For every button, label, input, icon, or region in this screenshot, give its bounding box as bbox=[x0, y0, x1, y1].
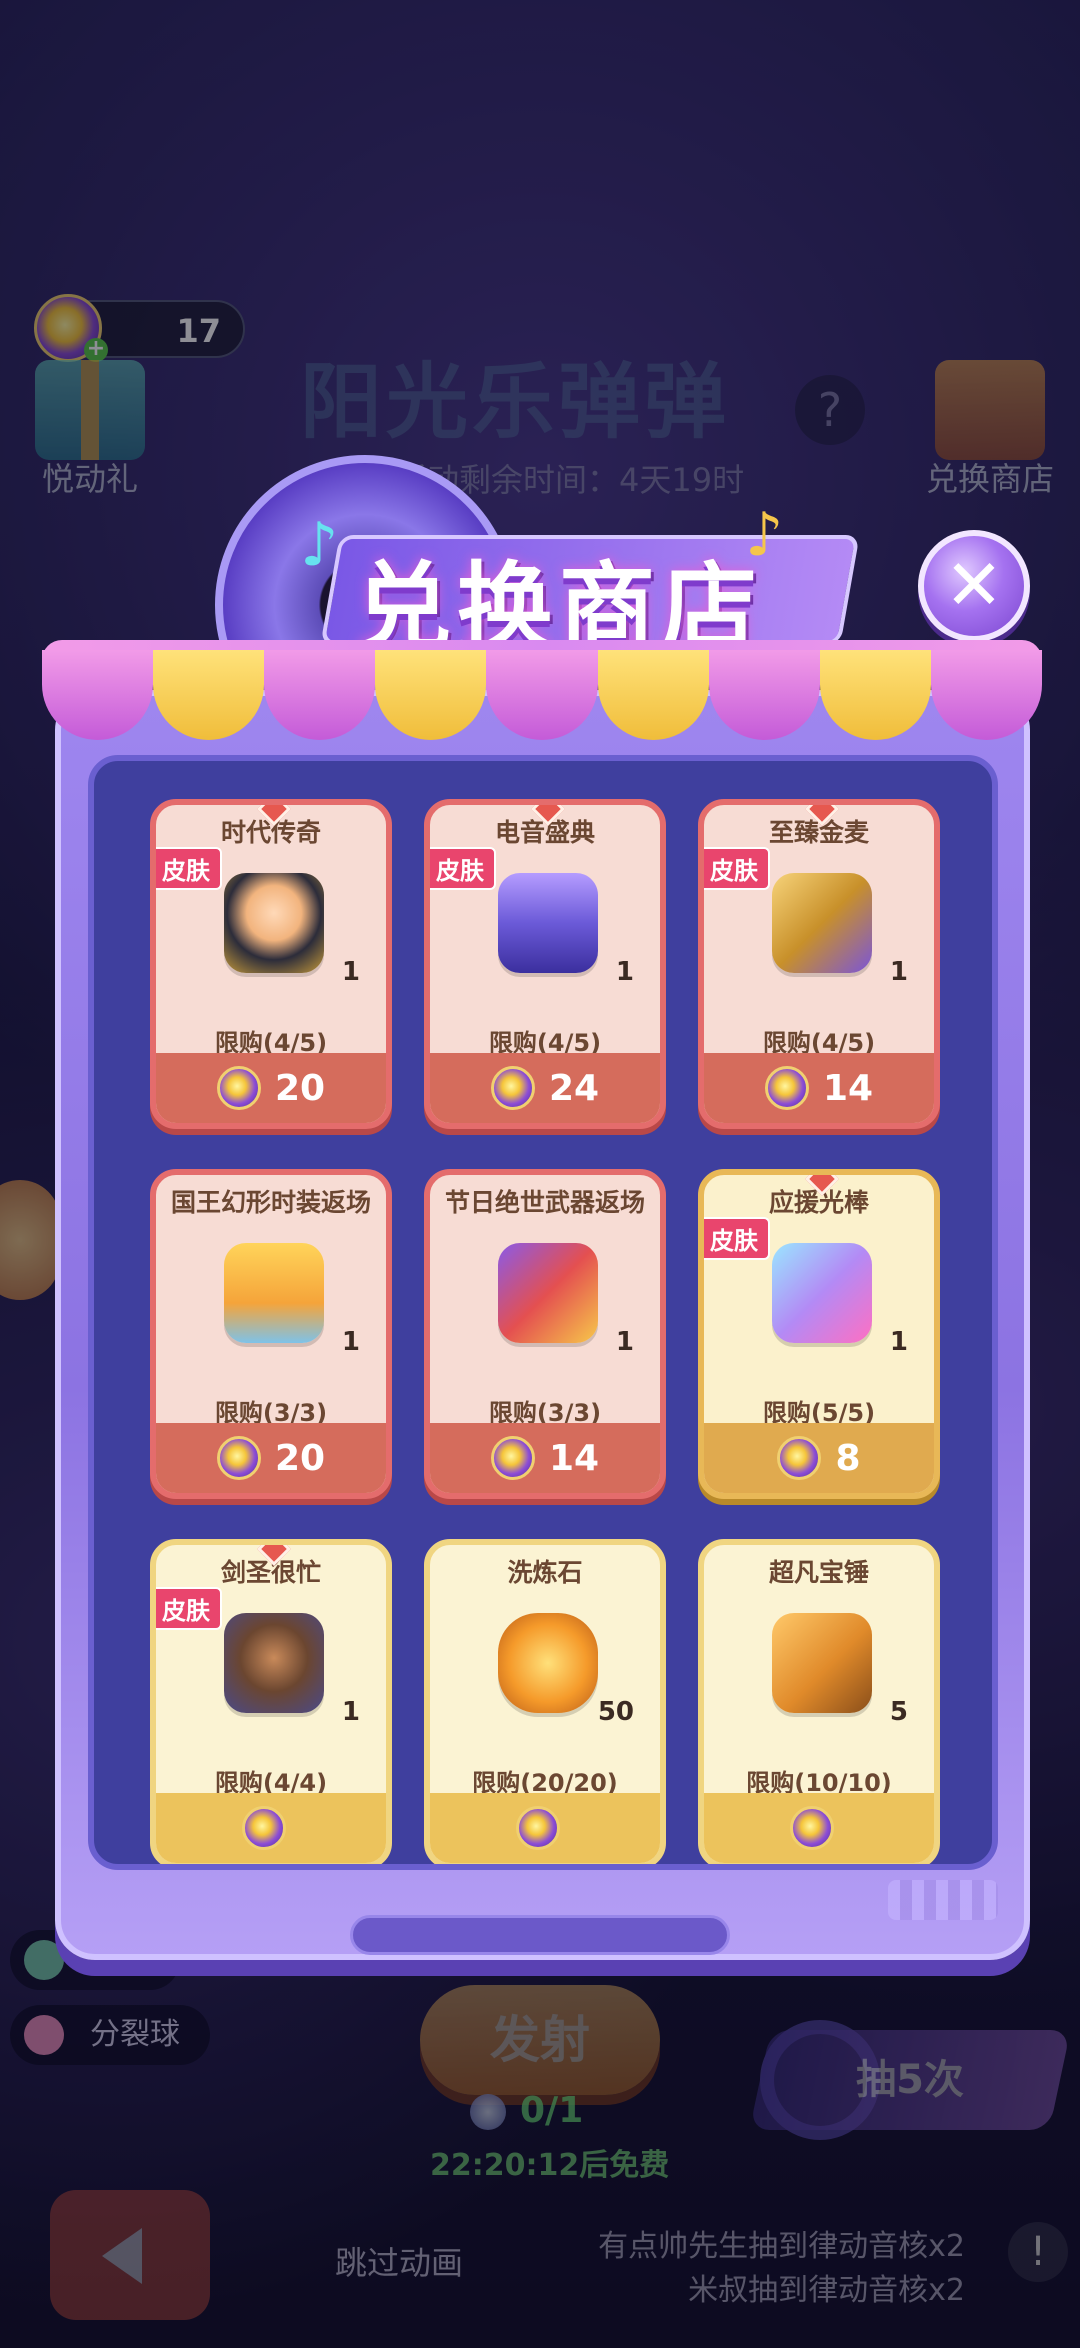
item-name: 节日绝世武器返场 bbox=[444, 1188, 645, 1217]
music-coin-icon bbox=[516, 1806, 560, 1850]
checker-decoration bbox=[888, 1880, 998, 1920]
music-coin-icon bbox=[216, 1066, 261, 1110]
skin-tag: 皮肤 bbox=[704, 847, 770, 890]
buy-button[interactable]: 14 bbox=[430, 1423, 660, 1493]
item-icon bbox=[488, 1603, 608, 1723]
shop-item-card[interactable]: 节日绝世武器返场 1 限购(3/3) 14 bbox=[424, 1169, 666, 1499]
item-icon bbox=[214, 1603, 334, 1723]
price-amount: 14 bbox=[822, 1067, 874, 1109]
price-amount: 20 bbox=[274, 1067, 326, 1109]
item-quantity: 50 bbox=[597, 1697, 634, 1727]
item-shelf[interactable]: 时代传奇 皮肤 1 限购(4/5) 20 电音盛典 皮肤 1 限购(4/5) 24 至臻金麦 皮肤 1 限… bbox=[88, 755, 998, 1870]
item-quantity: 1 bbox=[341, 957, 360, 987]
cabinet-dock bbox=[350, 1915, 730, 1955]
buy-button[interactable] bbox=[704, 1793, 934, 1863]
music-coin-icon bbox=[777, 1436, 822, 1480]
music-coin-icon bbox=[490, 1066, 535, 1110]
price-amount: 8 bbox=[835, 1437, 861, 1479]
price-amount: 14 bbox=[548, 1437, 600, 1479]
skin-tag: 皮肤 bbox=[430, 847, 496, 890]
buy-button[interactable]: 14 bbox=[704, 1053, 934, 1123]
item-icon bbox=[488, 863, 608, 983]
price-amount: 20 bbox=[274, 1437, 326, 1479]
price-amount: 24 bbox=[548, 1067, 600, 1109]
music-coin-icon bbox=[216, 1436, 261, 1480]
skin-tag: 皮肤 bbox=[704, 1217, 770, 1260]
shop-item-card[interactable]: 至臻金麦 皮肤 1 限购(4/5) 14 bbox=[698, 799, 940, 1129]
buy-button[interactable]: 20 bbox=[156, 1053, 386, 1123]
shop-item-card[interactable]: 国王幻形时装返场 1 限购(3/3) 20 bbox=[150, 1169, 392, 1499]
shop-item-card[interactable]: 超凡宝锤 5 限购(10/10) bbox=[698, 1539, 940, 1864]
buy-button[interactable]: 24 bbox=[430, 1053, 660, 1123]
shop-item-card[interactable]: 时代传奇 皮肤 1 限购(4/5) 20 bbox=[150, 799, 392, 1129]
music-note-icon: ♪ bbox=[300, 510, 339, 580]
item-name: 洗炼石 bbox=[507, 1558, 583, 1587]
music-coin-icon bbox=[764, 1066, 809, 1110]
skin-tag: 皮肤 bbox=[156, 847, 222, 890]
item-quantity: 1 bbox=[341, 1327, 360, 1357]
music-coin-icon bbox=[490, 1436, 535, 1480]
item-quantity: 1 bbox=[889, 1327, 908, 1357]
buy-button[interactable] bbox=[430, 1793, 660, 1863]
item-icon bbox=[214, 1233, 334, 1353]
item-quantity: 5 bbox=[889, 1697, 908, 1727]
item-icon bbox=[762, 1233, 882, 1353]
item-icon bbox=[762, 1603, 882, 1723]
item-quantity: 1 bbox=[341, 1697, 360, 1727]
close-button[interactable]: ✕ bbox=[918, 530, 1030, 642]
shop-item-card[interactable]: 电音盛典 皮肤 1 限购(4/5) 24 bbox=[424, 799, 666, 1129]
buy-button[interactable]: 8 bbox=[704, 1423, 934, 1493]
shop-item-card[interactable]: 应援光棒 皮肤 1 限购(5/5) 8 bbox=[698, 1169, 940, 1499]
skin-tag: 皮肤 bbox=[156, 1587, 222, 1630]
item-quantity: 1 bbox=[615, 1327, 634, 1357]
item-name: 国王幻形时装返场 bbox=[170, 1188, 371, 1217]
item-icon bbox=[214, 863, 334, 983]
item-icon bbox=[762, 863, 882, 983]
item-icon bbox=[488, 1233, 608, 1353]
music-coin-icon bbox=[242, 1806, 286, 1850]
item-name: 超凡宝锤 bbox=[768, 1558, 869, 1587]
buy-button[interactable] bbox=[156, 1793, 386, 1863]
item-quantity: 1 bbox=[615, 957, 634, 987]
shop-awning bbox=[42, 650, 1042, 740]
shop-item-card[interactable]: 洗炼石 50 限购(20/20) bbox=[424, 1539, 666, 1864]
shop-item-card[interactable]: 剑圣很忙 皮肤 1 限购(4/4) bbox=[150, 1539, 392, 1864]
item-quantity: 1 bbox=[889, 957, 908, 987]
buy-button[interactable]: 20 bbox=[156, 1423, 386, 1493]
music-coin-icon bbox=[790, 1806, 834, 1850]
